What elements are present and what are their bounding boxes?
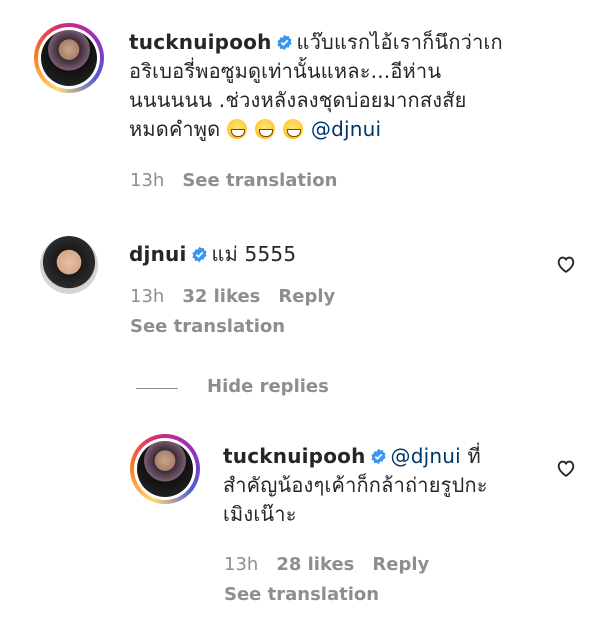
comment-1-time: 13h: [130, 170, 165, 191]
reply-1-line-3: เมิงเน๊าะ: [223, 502, 297, 526]
comment-1-see-translation[interactable]: See translation: [182, 170, 337, 191]
hide-replies-button[interactable]: Hide replies: [207, 376, 347, 398]
comment-2-translation-row: See translation: [130, 316, 303, 338]
reply-1-reply-button[interactable]: Reply: [372, 554, 429, 575]
comment-1-line-1: แว๊บแรกไอ้เราก็นึกว่าเก: [296, 30, 503, 54]
comment-2-reply-button[interactable]: Reply: [278, 286, 335, 307]
avatar-djnui[interactable]: [40, 236, 98, 294]
comment-1-line-3: นนนนนน .ช่วงหลังลงชุดบ่อยมากสงสัย: [129, 88, 467, 112]
comment-2-see-translation[interactable]: See translation: [130, 316, 285, 337]
verified-badge-icon: [276, 34, 292, 51]
comment-2-time: 13h: [130, 286, 165, 307]
comment-2-body: djnui แม่ 5555: [129, 240, 529, 269]
hide-replies-label: Hide replies: [207, 376, 329, 397]
avatar-tucknuipooh[interactable]: [34, 23, 104, 93]
comment-1-body: tucknuipooh แว๊บแรกไอ้เราก็นึกว่าเก อริเบ…: [129, 28, 569, 144]
reply-1-line-1: ที่: [467, 444, 481, 468]
verified-badge-icon: [191, 246, 207, 263]
comment-1-meta: 13h See translation: [130, 170, 355, 192]
comment-1-line-4: หมดคำพูด: [129, 117, 221, 141]
reply-1-line-2: สำคัญน้องๆเค้าก็กล้าถ่ายรูปกะ: [223, 473, 488, 497]
reply-1-see-translation[interactable]: See translation: [224, 584, 379, 605]
comment-2-meta: 13h 32 likes Reply: [130, 286, 353, 308]
replies-divider: [136, 388, 178, 389]
comment-2-username[interactable]: djnui: [129, 242, 187, 266]
reply-1-mention[interactable]: @djnui: [391, 444, 461, 468]
heart-outline-icon[interactable]: [555, 457, 577, 479]
reply-1-meta: 13h 28 likes Reply: [224, 554, 447, 576]
grinning-face-icon: [254, 119, 275, 139]
heart-outline-icon[interactable]: [555, 253, 577, 275]
verified-badge-icon: [370, 448, 386, 465]
comment-1-mention[interactable]: @djnui: [311, 117, 381, 141]
reply-1-likes[interactable]: 28 likes: [276, 554, 354, 575]
reply-1-time: 13h: [224, 554, 259, 575]
comment-2-likes[interactable]: 32 likes: [182, 286, 260, 307]
grinning-face-icon: [226, 119, 247, 139]
reply-1-body: tucknuipooh @djnui ที่ สำคัญน้องๆเค้าก็กล…: [223, 442, 543, 529]
comment-1-username[interactable]: tucknuipooh: [129, 30, 272, 54]
reply-1-username[interactable]: tucknuipooh: [223, 444, 366, 468]
comment-2-text: แม่ 5555: [211, 242, 297, 266]
reply-1-translation-row: See translation: [224, 584, 397, 606]
comment-1-line-2: อริเบอรี่พอซูมดูเท่านั้นแหละ...อีห่าน: [129, 59, 442, 83]
grinning-face-icon: [282, 119, 303, 139]
avatar-tucknuipooh-reply[interactable]: [130, 434, 200, 504]
